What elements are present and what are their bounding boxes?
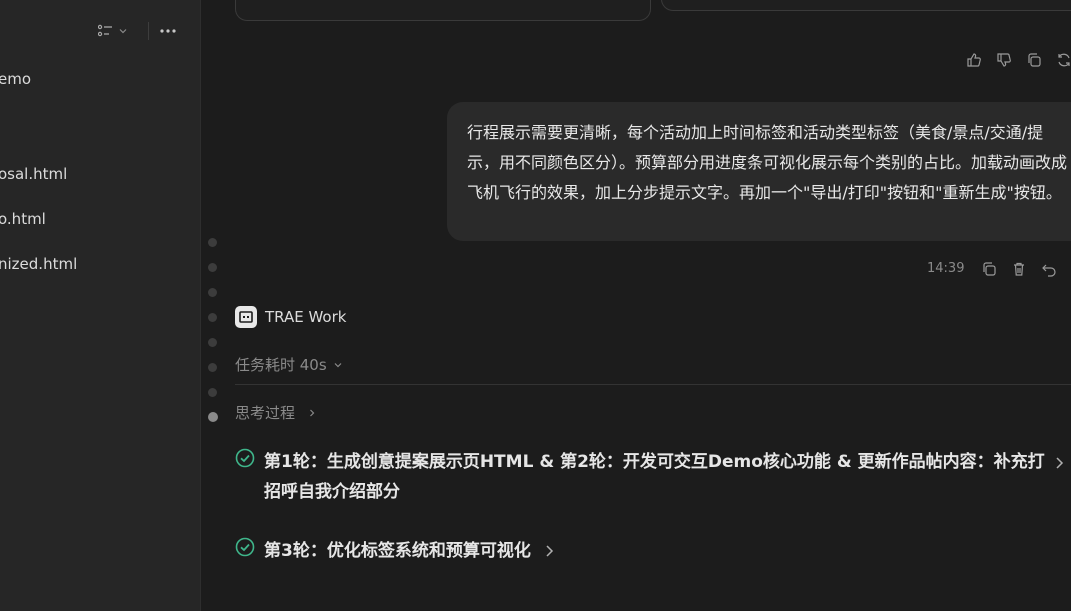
- more-icon: [160, 29, 176, 33]
- step-item[interactable]: 第3轮：优化标签系统和预算可视化: [235, 536, 555, 566]
- sidebar-item-file[interactable]: nized.html: [0, 255, 77, 273]
- check-circle-icon: [235, 448, 255, 468]
- thinking-label: 思考过程: [235, 404, 296, 422]
- thumbs-up-button[interactable]: [966, 52, 982, 68]
- sidebar: emo osal.html o.html nized.html: [0, 0, 201, 611]
- section-divider: [235, 384, 1071, 385]
- undo-button[interactable]: [1041, 261, 1057, 277]
- regenerate-button[interactable]: [1056, 52, 1071, 68]
- previous-card: [235, 0, 651, 21]
- thumbs-down-icon: [997, 53, 1011, 67]
- step-title: 第3轮：优化标签系统和预算可视化: [264, 541, 531, 561]
- chevron-right-icon: [1056, 457, 1064, 469]
- timeline-dot[interactable]: [208, 288, 217, 297]
- check-circle-icon: [235, 537, 255, 557]
- agent-name: TRAE Work: [265, 308, 347, 326]
- chevron-down-icon: [119, 29, 127, 34]
- list-icon: [98, 24, 112, 37]
- task-duration-toggle[interactable]: 任务耗时 40s: [235, 354, 343, 375]
- toolbar-divider: [148, 22, 149, 40]
- feedback-actions: [966, 52, 1071, 68]
- timeline-dot-active[interactable]: [208, 412, 218, 422]
- delete-message-button[interactable]: [1011, 261, 1027, 277]
- user-message-bubble: 行程展示需要更清晰，每个活动加上时间标签和活动类型标签（美食/景点/交通/提示，…: [447, 102, 1071, 241]
- thumbs-down-button[interactable]: [996, 52, 1012, 68]
- timeline-dot[interactable]: [208, 363, 217, 372]
- previous-card: [661, 0, 1071, 11]
- message-actions: [981, 261, 1057, 277]
- chat-panel: 行程展示需要更清晰，每个活动加上时间标签和活动类型标签（美食/景点/交通/提示，…: [201, 0, 1071, 611]
- copy-icon: [983, 262, 996, 276]
- timeline-dot[interactable]: [208, 388, 217, 397]
- chevron-down-icon: [334, 362, 342, 367]
- timeline-dot[interactable]: [208, 263, 217, 272]
- trae-logo-icon: [235, 306, 257, 328]
- copy-icon: [1028, 53, 1041, 67]
- thumbs-up-icon: [967, 53, 981, 67]
- undo-icon: [1042, 264, 1056, 277]
- thinking-process-toggle[interactable]: 思考过程: [235, 402, 317, 423]
- trash-icon: [1014, 262, 1024, 276]
- sidebar-item-file[interactable]: osal.html: [0, 165, 67, 183]
- refresh-icon: [1058, 53, 1070, 67]
- copy-message-button[interactable]: [981, 261, 997, 277]
- chevron-right-icon: [546, 545, 553, 557]
- message-timestamp: 14:39: [927, 261, 965, 276]
- agent-header: TRAE Work: [235, 306, 346, 328]
- sidebar-item-file[interactable]: o.html: [0, 210, 46, 228]
- sidebar-item-project[interactable]: emo: [0, 70, 31, 88]
- more-button[interactable]: [159, 28, 177, 34]
- copy-button[interactable]: [1026, 52, 1042, 68]
- timeline-dot[interactable]: [208, 313, 217, 322]
- task-duration: 任务耗时 40s: [235, 356, 327, 374]
- list-view-toggle[interactable]: [98, 24, 128, 38]
- chevron-right-icon: [310, 409, 315, 416]
- timeline-dot[interactable]: [208, 238, 217, 247]
- step-title: 第1轮：生成创意提案展示页HTML & 第2轮：开发可交互Demo核心功能 & …: [264, 452, 1045, 502]
- timeline-dot[interactable]: [208, 338, 217, 347]
- step-item[interactable]: 第1轮：生成创意提案展示页HTML & 第2轮：开发可交互Demo核心功能 & …: [235, 447, 1065, 507]
- sidebar-toolbar: [98, 22, 177, 40]
